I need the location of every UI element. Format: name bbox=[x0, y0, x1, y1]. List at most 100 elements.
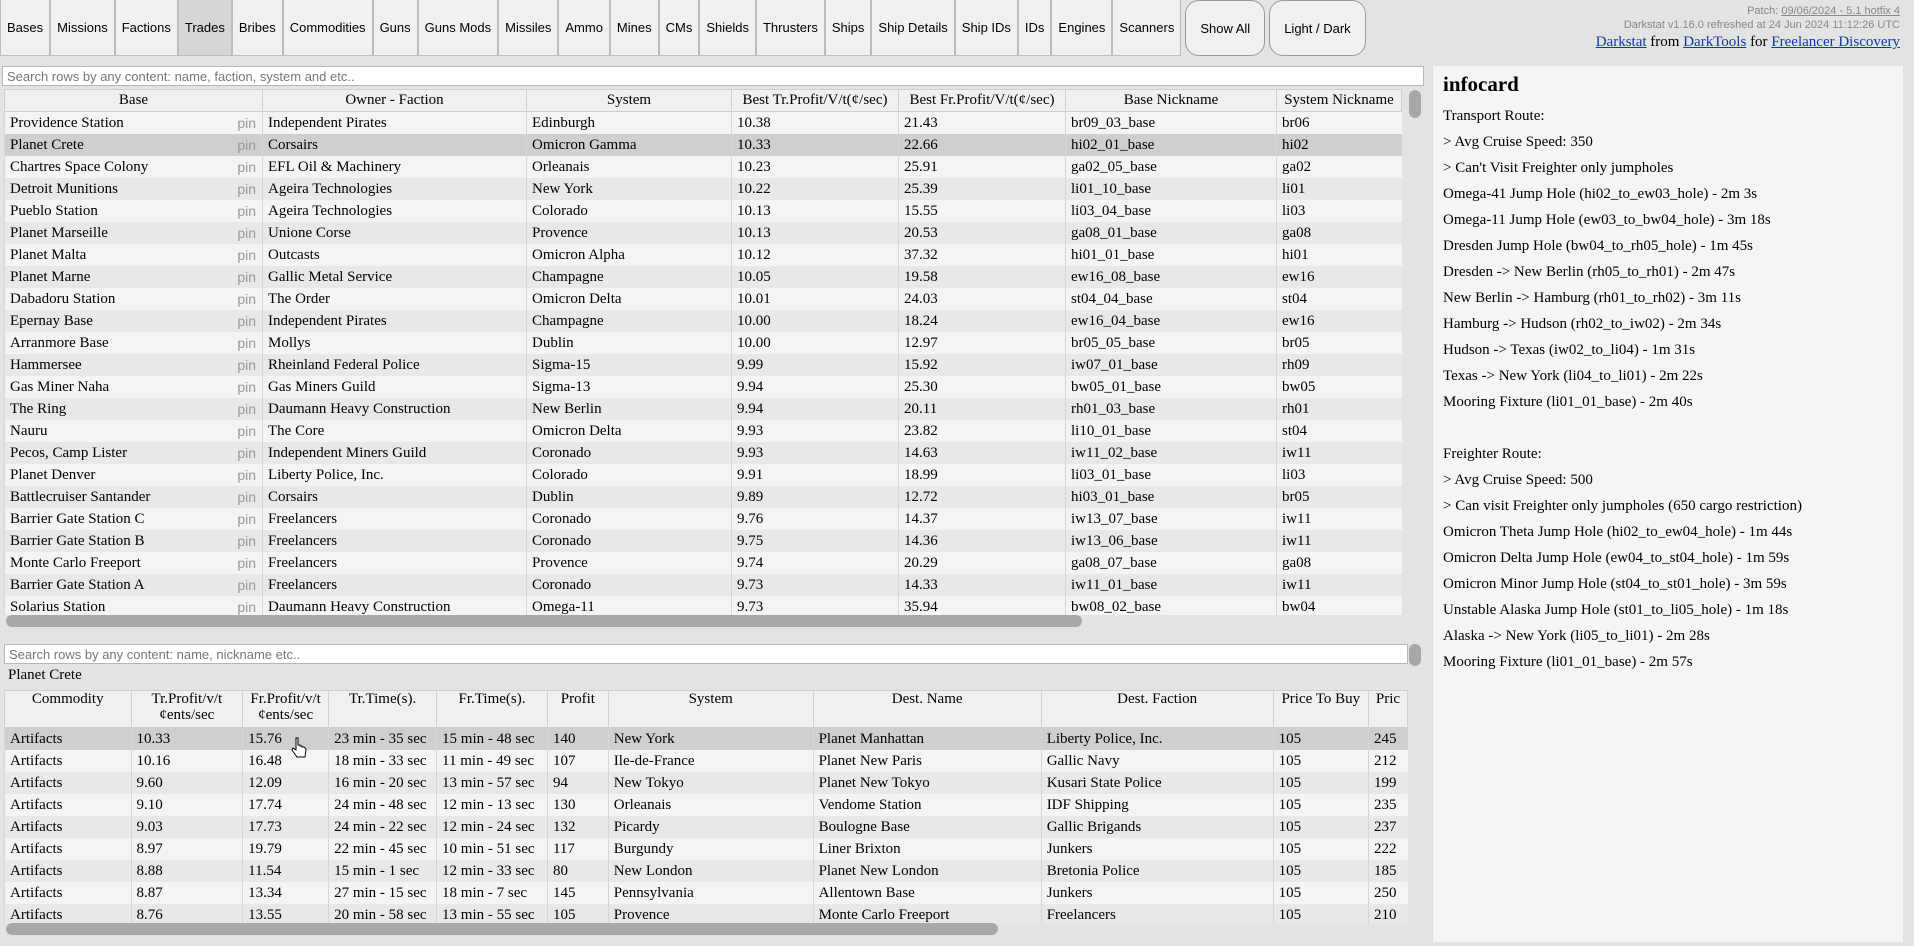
pin-button[interactable]: pin bbox=[237, 159, 256, 175]
pin-button[interactable]: pin bbox=[237, 115, 256, 131]
pin-button[interactable]: pin bbox=[237, 247, 256, 263]
base-row[interactable]: Barrier Gate Station B pin Freelancers Coro… bbox=[4, 530, 1402, 552]
trade-row[interactable]: Artifacts 10.33 15.76 23 min - 35 sec 15 min… bbox=[4, 727, 1408, 750]
base-row[interactable]: Arranmore Base pin Mollys Dublin 10.00 12.97 b… bbox=[4, 332, 1402, 354]
patch-link[interactable]: 09/06/2024 - 5.1 hotfix 4 bbox=[1781, 5, 1900, 17]
trade-row[interactable]: Artifacts 8.88 11.54 15 min - 1 sec 12 min -… bbox=[4, 860, 1408, 882]
tab-mines[interactable]: Mines bbox=[609, 0, 659, 56]
trade-row[interactable]: Artifacts 8.97 19.79 22 min - 45 sec 10 min … bbox=[4, 838, 1408, 860]
bases-header-2[interactable]: System bbox=[526, 89, 732, 112]
pin-button[interactable]: pin bbox=[237, 599, 256, 615]
pin-button[interactable]: pin bbox=[237, 203, 256, 219]
show-all-button[interactable]: Show All bbox=[1185, 0, 1266, 56]
base-row[interactable]: Providence Station pin Independent Pirates… bbox=[4, 111, 1402, 134]
base-row[interactable]: Hammersee pin Rheinland Federal Police Sigm… bbox=[4, 354, 1402, 376]
trades-header-4[interactable]: Fr.Time(s). bbox=[436, 690, 548, 728]
pin-button[interactable]: pin bbox=[237, 533, 256, 549]
trades-vertical-scrollbar[interactable] bbox=[1409, 644, 1421, 666]
base-row[interactable]: Pecos, Camp Lister pin Independent Miners … bbox=[4, 442, 1402, 464]
tab-cms[interactable]: CMs bbox=[658, 0, 700, 56]
trades-header-8[interactable]: Dest. Faction bbox=[1040, 690, 1274, 728]
darktools-link[interactable]: DarkTools bbox=[1683, 34, 1746, 50]
trades-header-3[interactable]: Tr.Time(s). bbox=[328, 690, 438, 728]
pin-button[interactable]: pin bbox=[237, 555, 256, 571]
base-row[interactable]: Chartres Space Colony pin EFL Oil & Machin… bbox=[4, 156, 1402, 178]
base-row[interactable]: Nauru pin The Core Omicron Delta 9.93 23.82 li… bbox=[4, 420, 1402, 442]
base-row[interactable]: Planet Malta pin Outcasts Omicron Alpha 10.1… bbox=[4, 244, 1402, 266]
bases-header-6[interactable]: System Nickname bbox=[1276, 89, 1402, 112]
trade-row[interactable]: Artifacts 8.87 13.34 27 min - 15 sec 18 min … bbox=[4, 882, 1408, 904]
pin-button[interactable]: pin bbox=[237, 401, 256, 417]
light-dark-button[interactable]: Light / Dark bbox=[1269, 0, 1366, 56]
trade-row[interactable]: Artifacts 9.03 17.73 24 min - 22 sec 12 min … bbox=[4, 816, 1408, 838]
base-row[interactable]: Dabadoru Station pin The Order Omicron Delt… bbox=[4, 288, 1402, 310]
trades-header-10[interactable]: Pric bbox=[1367, 690, 1408, 728]
pin-button[interactable]: pin bbox=[237, 269, 256, 285]
tab-guns[interactable]: Guns bbox=[372, 0, 418, 56]
base-row[interactable]: Planet Crete pin Corsairs Omicron Gamma 10.3… bbox=[4, 134, 1402, 156]
base-row[interactable]: Planet Marseille pin Unione Corse Provence 1… bbox=[4, 222, 1402, 244]
tab-missions[interactable]: Missions bbox=[50, 0, 115, 56]
trades-horizontal-scrollbar[interactable] bbox=[6, 923, 998, 935]
tab-bases[interactable]: Bases bbox=[0, 0, 51, 56]
pin-button[interactable]: pin bbox=[237, 137, 256, 153]
tab-ships[interactable]: Ships bbox=[824, 0, 872, 56]
trades-header-0[interactable]: Commodity bbox=[4, 690, 132, 728]
trade-row[interactable]: Artifacts 9.60 12.09 16 min - 20 sec 13 min … bbox=[4, 772, 1408, 794]
trades-header-7[interactable]: Dest. Name bbox=[812, 690, 1042, 728]
tab-ship-details[interactable]: Ship Details bbox=[871, 0, 955, 56]
darkstat-link[interactable]: Darkstat bbox=[1596, 34, 1647, 50]
base-row[interactable]: Barrier Gate Station C pin Freelancers Coro… bbox=[4, 508, 1402, 530]
base-row[interactable]: Planet Marne pin Gallic Metal Service Champ… bbox=[4, 266, 1402, 288]
base-row[interactable]: Barrier Gate Station A pin Freelancers Coro… bbox=[4, 574, 1402, 596]
pin-button[interactable]: pin bbox=[237, 379, 256, 395]
base-row[interactable]: Pueblo Station pin Ageira Technologies Colo… bbox=[4, 200, 1402, 222]
trades-header-1[interactable]: Tr.Profit/v/t ¢ents/sec bbox=[130, 690, 244, 728]
bases-header-0[interactable]: Base bbox=[4, 89, 263, 112]
pin-button[interactable]: pin bbox=[237, 489, 256, 505]
trade-row[interactable]: Artifacts 10.16 16.48 18 min - 33 sec 11 min… bbox=[4, 750, 1408, 772]
bases-header-5[interactable]: Base Nickname bbox=[1065, 89, 1277, 112]
trades-header-9[interactable]: Price To Buy bbox=[1272, 690, 1369, 728]
base-row[interactable]: Solarius Station pin Daumann Heavy Constru… bbox=[4, 596, 1402, 615]
tab-shields[interactable]: Shields bbox=[699, 0, 756, 56]
base-row[interactable]: Battlecruiser Santander pin Corsairs Dublin… bbox=[4, 486, 1402, 508]
tab-ship-ids[interactable]: Ship IDs bbox=[954, 0, 1018, 56]
tab-missiles[interactable]: Missiles bbox=[498, 0, 559, 56]
base-row[interactable]: Gas Miner Naha pin Gas Miners Guild Sigma-1… bbox=[4, 376, 1402, 398]
trade-row[interactable]: Artifacts 9.10 17.74 24 min - 48 sec 12 min … bbox=[4, 794, 1408, 816]
base-search-input[interactable]: Search rows by any content: name, factio… bbox=[2, 66, 1424, 86]
pin-button[interactable]: pin bbox=[237, 511, 256, 527]
tab-trades[interactable]: Trades bbox=[177, 0, 232, 56]
base-row[interactable]: Planet Denver pin Liberty Police, Inc. Colo… bbox=[4, 464, 1402, 486]
pin-button[interactable]: pin bbox=[237, 423, 256, 439]
trades-header-2[interactable]: Fr.Profit/v/t ¢ents/sec bbox=[242, 690, 330, 728]
discovery-link[interactable]: Freelancer Discovery bbox=[1771, 34, 1900, 50]
pin-button[interactable]: pin bbox=[237, 445, 256, 461]
bases-vertical-scrollbar[interactable] bbox=[1409, 90, 1421, 118]
tab-guns-mods[interactable]: Guns Mods bbox=[417, 0, 499, 56]
pin-button[interactable]: pin bbox=[237, 225, 256, 241]
tab-ammo[interactable]: Ammo bbox=[558, 0, 610, 56]
bases-header-3[interactable]: Best Tr.Profit/V/t(¢/sec) bbox=[731, 89, 899, 112]
pin-button[interactable]: pin bbox=[237, 181, 256, 197]
base-row[interactable]: Monte Carlo Freeport pin Freelancers Proven… bbox=[4, 552, 1402, 574]
trade-row[interactable]: Artifacts 8.76 13.55 20 min - 58 sec 13 min … bbox=[4, 904, 1408, 924]
bases-horizontal-scrollbar[interactable] bbox=[6, 615, 1082, 627]
pin-button[interactable]: pin bbox=[237, 291, 256, 307]
tab-engines[interactable]: Engines bbox=[1051, 0, 1113, 56]
base-row[interactable]: Detroit Munitions pin Ageira Technologies N… bbox=[4, 178, 1402, 200]
pin-button[interactable]: pin bbox=[237, 577, 256, 593]
trades-header-5[interactable]: Profit bbox=[546, 690, 609, 728]
tab-bribes[interactable]: Bribes bbox=[231, 0, 283, 56]
tab-ids[interactable]: IDs bbox=[1017, 0, 1052, 56]
base-row[interactable]: The Ring pin Daumann Heavy Construction New… bbox=[4, 398, 1402, 420]
tab-commodities[interactable]: Commodities bbox=[282, 0, 373, 56]
pin-button[interactable]: pin bbox=[237, 357, 256, 373]
tab-scanners[interactable]: Scanners bbox=[1112, 0, 1182, 56]
bases-header-4[interactable]: Best Fr.Profit/V/t(¢/sec) bbox=[898, 89, 1066, 112]
base-row[interactable]: Epernay Base pin Independent Pirates Champa… bbox=[4, 310, 1402, 332]
bases-header-1[interactable]: Owner - Faction bbox=[262, 89, 527, 112]
tab-thrusters[interactable]: Thrusters bbox=[755, 0, 825, 56]
trade-search-input[interactable]: Search rows by any content: name, nickna… bbox=[4, 644, 1408, 664]
